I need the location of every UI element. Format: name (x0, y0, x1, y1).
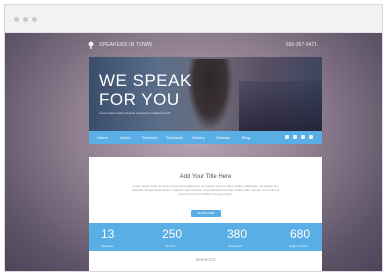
nav-item-contact[interactable]: Contact (216, 135, 230, 140)
main-navigation: Home About Services Schedule Gallery Con… (89, 131, 322, 144)
stats-bar: 13 Speakers 250 Events 380 Customers 680… (89, 223, 322, 251)
window-control-dot[interactable] (23, 17, 28, 22)
hero-subtitle: Lorem ipsum dolor sit amet consectetur a… (99, 111, 171, 115)
nav-item-home[interactable]: Home (97, 135, 108, 140)
hero-speaker-image (187, 59, 233, 131)
stat-label: Customers (228, 244, 243, 248)
nav-item-services[interactable]: Services (142, 135, 157, 140)
window-control-dot[interactable] (32, 17, 37, 22)
facebook-icon[interactable] (285, 135, 289, 139)
stat-label: Events (166, 244, 176, 248)
google-plus-icon[interactable] (301, 135, 305, 139)
linkedin-icon[interactable] (309, 135, 313, 139)
site-header: SPEAKERS IN TOWN 555-357-9471 (85, 39, 321, 53)
hero-audience-image (239, 81, 322, 131)
nav-item-schedule[interactable]: Schedule (166, 135, 183, 140)
stat-label: Speakers (101, 244, 114, 248)
nav-item-blog[interactable]: Blog (242, 135, 250, 140)
services-heading: SERVICES (195, 257, 216, 262)
stat-value: 13 (101, 227, 115, 241)
browser-window: SPEAKERS IN TOWN 555-357-9471 WE SPEAK F… (4, 4, 383, 272)
section-body-text: Lorem ipsum dolor sit amet, consectetur … (131, 184, 280, 196)
page-background: SPEAKERS IN TOWN 555-357-9471 WE SPEAK F… (5, 33, 382, 271)
twitter-icon[interactable] (293, 135, 297, 139)
services-section: SERVICES (89, 251, 322, 271)
hero-title-line1: WE SPEAK (99, 71, 192, 90)
stat-value: 380 (227, 227, 248, 241)
nav-item-about[interactable]: About (120, 135, 130, 140)
subscribe-button[interactable]: SUBSCRIBE (191, 210, 221, 217)
window-control-dot[interactable] (14, 17, 19, 22)
brand-name[interactable]: SPEAKERS IN TOWN (99, 42, 152, 48)
hero-banner: WE SPEAK FOR YOU Lorem ipsum dolor sit a… (89, 57, 322, 131)
stat-value: 250 (162, 227, 183, 241)
phone-number: 555-357-9471 (285, 42, 317, 48)
browser-title-bar (5, 5, 382, 33)
stat-label: Happy Clients (289, 244, 308, 248)
microphone-logo-icon[interactable] (87, 41, 95, 50)
nav-item-gallery[interactable]: Gallery (192, 135, 205, 140)
stat-value: 680 (290, 227, 311, 241)
section-title: Add Your Title Here (179, 174, 232, 180)
hero-title-line2: FOR YOU (99, 90, 180, 109)
